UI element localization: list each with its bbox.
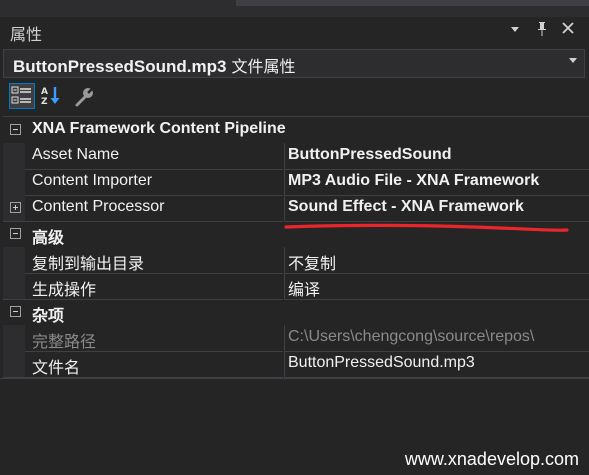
property-toolbar: A Z — [0, 80, 589, 114]
property-value[interactable]: ButtonPressedSound.mp3 — [288, 354, 475, 372]
property-value[interactable]: Sound Effect - XNA Framework — [288, 198, 524, 216]
top-strip — [0, 0, 589, 17]
property-name: Content Importer — [32, 172, 153, 189]
property-name: 完整路径 — [32, 334, 97, 351]
red-underline-annotation — [284, 223, 569, 232]
panel-title: 属性 — [10, 25, 43, 44]
category-row-xna[interactable]: XNA Framework Content Pipeline — [3, 117, 589, 143]
property-row[interactable]: Asset Name ButtonPressedSound — [3, 143, 589, 170]
property-row[interactable]: 生成操作 编译 — [3, 273, 589, 300]
property-name: Content Processor — [32, 198, 165, 215]
property-value[interactable]: C:\Users\chengcong\source\repos\ — [288, 328, 534, 346]
property-row[interactable]: 完整路径 C:\Users\chengcong\source\repos\ — [3, 325, 589, 352]
category-label: XNA Framework Content Pipeline — [32, 120, 286, 137]
close-icon[interactable] — [561, 21, 575, 39]
alphabetical-sort-icon[interactable]: A Z — [39, 84, 63, 108]
category-row-misc[interactable]: 杂项 — [3, 299, 589, 325]
property-row[interactable]: 复制到输出目录 不复制 — [3, 247, 589, 274]
categorized-icon[interactable] — [9, 83, 35, 109]
property-name: Asset Name — [32, 146, 120, 163]
property-grid: XNA Framework Content Pipeline Asset Nam… — [3, 116, 589, 379]
property-value[interactable]: MP3 Audio File - XNA Framework — [288, 172, 539, 190]
category-label: 高级 — [32, 228, 65, 247]
property-row[interactable]: Content Processor Sound Effect - XNA Fra… — [3, 195, 589, 222]
chevron-down-icon[interactable] — [509, 21, 521, 39]
document-tab-strip — [236, 0, 589, 6]
selected-object-name: ButtonPressedSound.mp3 文件属性 — [13, 57, 296, 76]
watermark: www.xnadevelop.com — [404, 449, 579, 469]
property-value[interactable]: 编译 — [288, 276, 320, 299]
property-name: 生成操作 — [32, 282, 97, 299]
object-selector[interactable]: ButtonPressedSound.mp3 文件属性 — [3, 49, 585, 78]
category-label: 杂项 — [32, 306, 65, 325]
properties-titlebar: 属性 — [0, 17, 589, 45]
property-row[interactable]: Content Importer MP3 Audio File - XNA Fr… — [3, 169, 589, 196]
property-value[interactable]: ButtonPressedSound — [288, 146, 452, 164]
chevron-down-icon[interactable] — [568, 56, 578, 67]
svg-text:Z: Z — [41, 97, 48, 107]
property-row[interactable]: 文件名 ButtonPressedSound.mp3 — [3, 351, 589, 378]
property-pages-wrench-icon[interactable] — [72, 84, 96, 108]
property-value[interactable]: 不复制 — [288, 250, 336, 273]
property-name: 复制到输出目录 — [32, 256, 145, 273]
svg-text:A: A — [41, 87, 48, 97]
pin-icon[interactable] — [535, 21, 549, 41]
property-name: 文件名 — [32, 360, 81, 377]
